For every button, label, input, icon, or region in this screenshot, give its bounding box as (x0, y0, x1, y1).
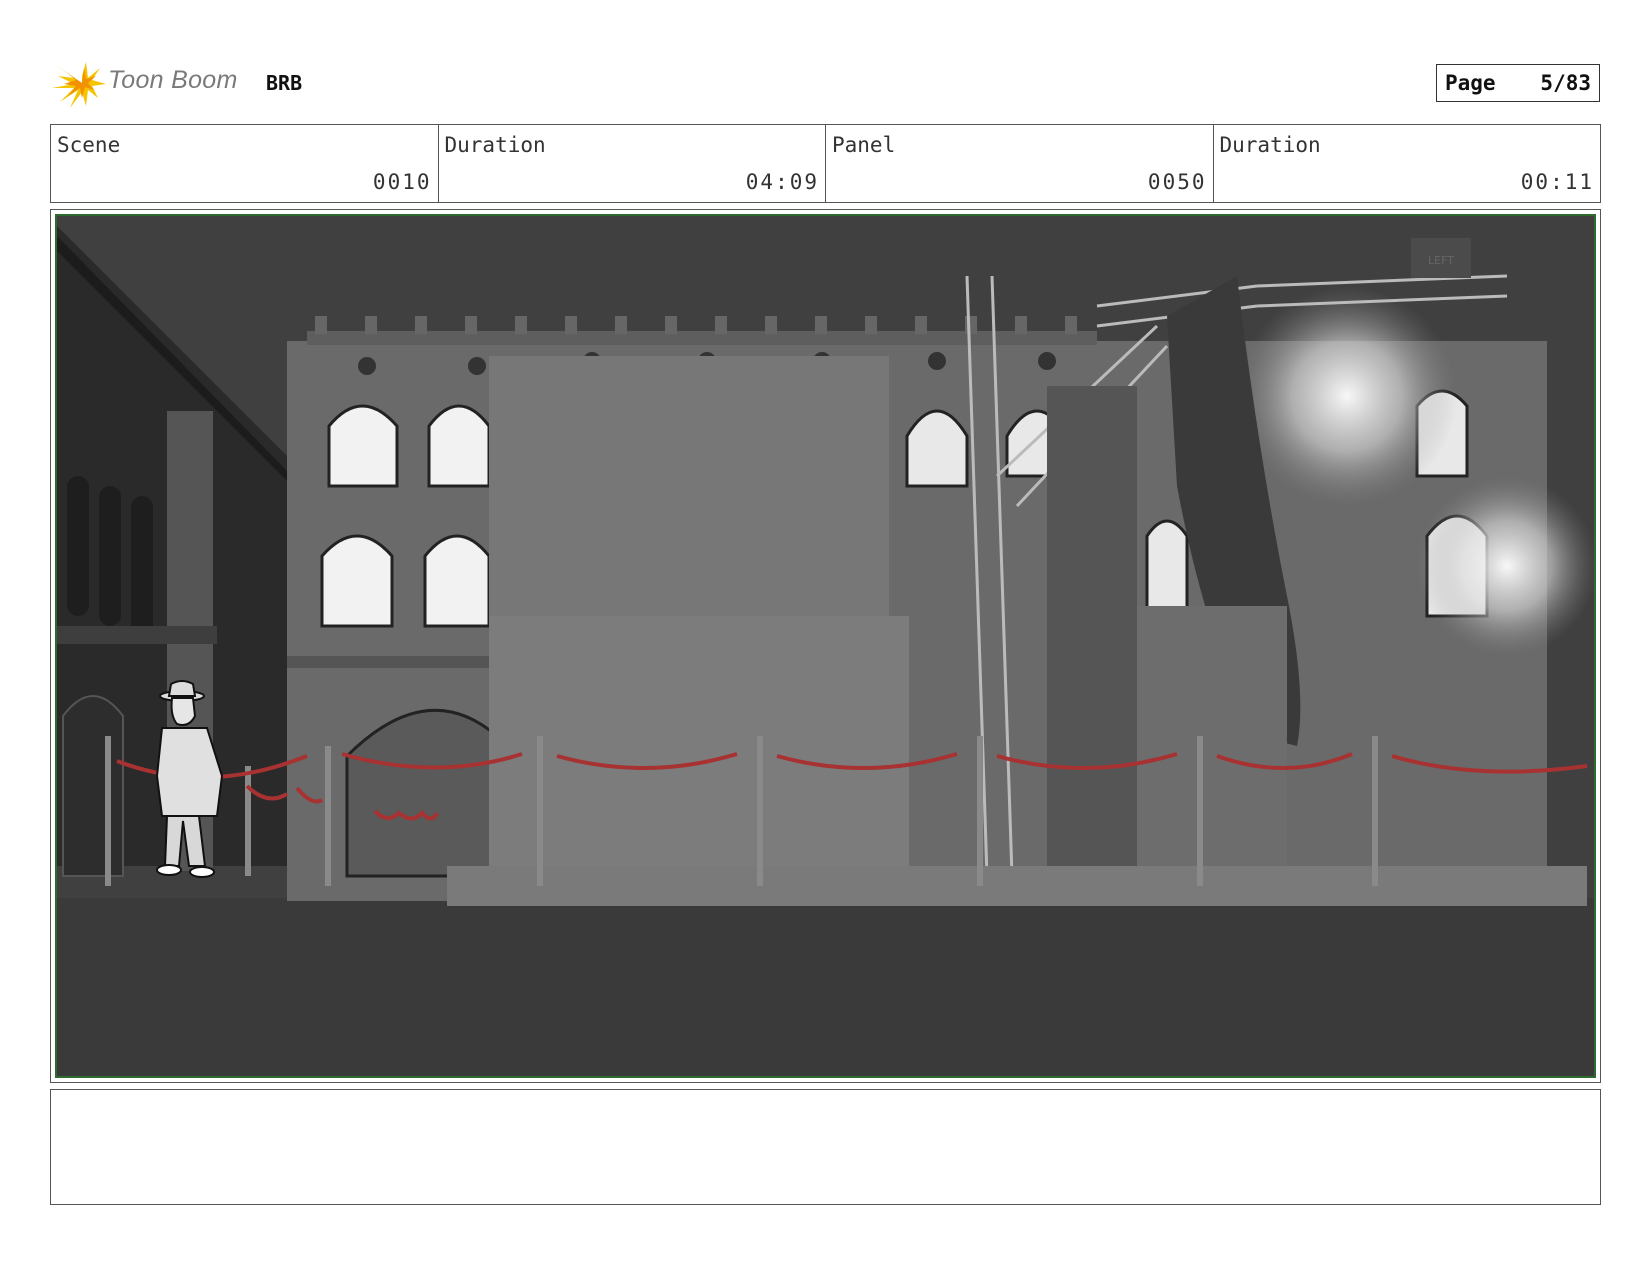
page-label: Page (1445, 71, 1496, 95)
panel-duration-label: Duration (1219, 133, 1321, 157)
panel-info-row: Scene 0010 Duration 04:09 Panel 0050 Dur… (50, 124, 1601, 203)
panel-duration-value: 00:11 (1520, 170, 1594, 194)
storyboard-header: Toon Boom BRB (52, 58, 1602, 108)
scene-duration-value: 04:09 (745, 170, 819, 194)
panel-label: Panel (832, 133, 896, 157)
panel-notes (50, 1089, 1601, 1205)
toon-boom-logo: Toon Boom (52, 58, 252, 108)
scene-duration-cell: Duration 04:09 (439, 125, 826, 202)
starburst-icon (52, 62, 106, 108)
storyboard-panel-image: LEFT (55, 214, 1596, 1078)
scene-value: 0010 (372, 170, 432, 194)
panel-duration-cell: Duration 00:11 (1214, 125, 1601, 202)
scene-label: Scene (57, 133, 121, 157)
panel-cell: Panel 0050 (826, 125, 1214, 202)
panel-sign-text: LEFT (1428, 254, 1454, 267)
page-number: 5/83 (1540, 71, 1591, 95)
panel-frame: LEFT (50, 209, 1601, 1083)
panel-value: 0050 (1147, 170, 1207, 194)
scene-illustration: LEFT (57, 216, 1594, 1076)
project-title: BRB (266, 71, 303, 95)
logo-text: Toon Boom (108, 66, 238, 94)
scene-cell: Scene 0010 (51, 125, 439, 202)
page-indicator: Page 5/83 (1436, 64, 1600, 102)
scene-duration-label: Duration (444, 133, 546, 157)
